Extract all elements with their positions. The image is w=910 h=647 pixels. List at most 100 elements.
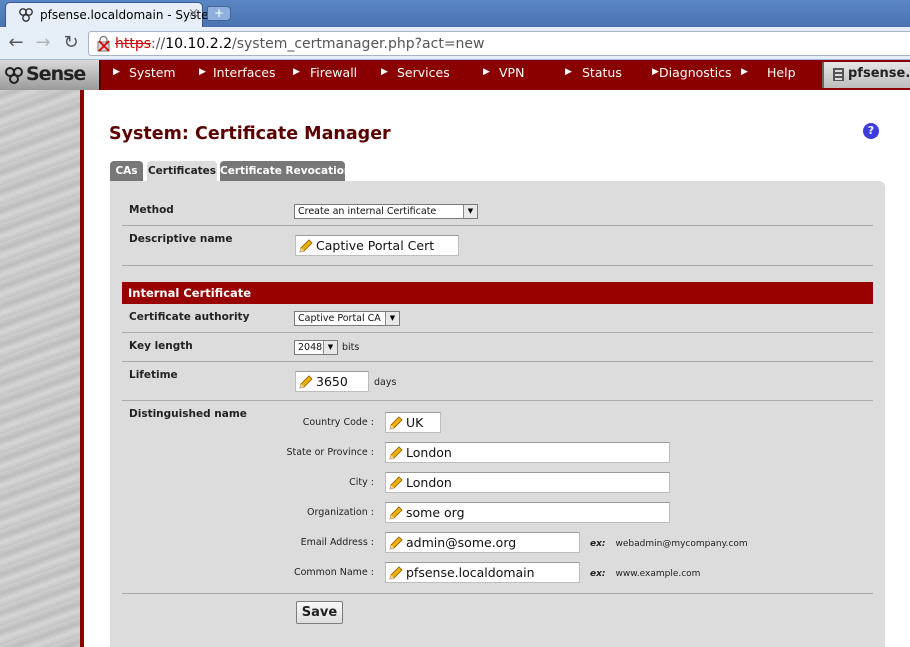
new-tab-button[interactable]: + <box>207 6 231 21</box>
organization-label: Organization : <box>307 507 374 518</box>
menu-vpn[interactable]: VPN <box>499 65 524 80</box>
browser-tab[interactable]: pfsense.localdomain - System × <box>5 2 220 27</box>
chevron-down-icon: ▼ <box>323 341 337 354</box>
method-select[interactable]: Create an internal Certificate ▼ <box>294 204 478 219</box>
left-decoration <box>0 90 84 647</box>
pencil-icon <box>389 536 403 550</box>
browser-tab-strip: pfsense.localdomain - System × + <box>0 0 910 27</box>
lifetime-input[interactable]: 3650 <box>295 371 369 392</box>
divider <box>122 593 873 594</box>
close-tab-icon[interactable]: × <box>188 6 199 21</box>
url-path: /system_certmanager.php?act=new <box>232 36 485 52</box>
menu-arrow-icon: ▶ <box>113 67 120 77</box>
menu-interfaces[interactable]: Interfaces <box>213 65 275 80</box>
lifetime-unit: days <box>374 377 397 388</box>
country-code-label: Country Code : <box>302 417 374 428</box>
email-input[interactable]: admin@some.org <box>385 532 580 553</box>
menu-arrow-icon: ▶ <box>741 67 748 77</box>
common-name-example-text: www.example.com <box>615 569 701 579</box>
menu-arrow-icon: ▶ <box>199 67 206 77</box>
menu-arrow-icon: ▶ <box>565 67 572 77</box>
divider <box>122 332 873 333</box>
tab-certificate-revocation[interactable]: Certificate Revocation <box>220 161 351 182</box>
hostname-text: pfsense.lo <box>848 66 910 81</box>
method-select-value: Create an internal Certificate <box>298 206 437 217</box>
email-value: admin@some.org <box>406 535 517 550</box>
descriptive-name-value: Captive Portal Cert <box>316 238 435 253</box>
pencil-icon <box>389 506 403 520</box>
form-panel: Method Create an internal Certificate ▼ … <box>110 181 885 647</box>
help-icon[interactable]: ? <box>863 123 879 139</box>
menu-system[interactable]: System <box>129 65 176 80</box>
menu-arrow-icon: ▶ <box>381 67 388 77</box>
common-name-input[interactable]: pfsense.localdomain <box>385 562 580 583</box>
certificate-authority-select[interactable]: Captive Portal CA ▼ <box>294 311 400 326</box>
email-example-prefix: ex: <box>590 539 606 549</box>
organization-value: some org <box>406 505 465 520</box>
browser-toolbar: ← → ↻ https://10.10.2.2/system_certmanag… <box>0 27 910 60</box>
common-name-example-prefix: ex: <box>590 569 606 579</box>
city-input[interactable]: London <box>385 472 670 493</box>
menu-help[interactable]: Help <box>767 65 796 80</box>
country-code-input[interactable]: UK <box>385 412 441 433</box>
url-separator: :// <box>151 36 166 52</box>
url-text: https://10.10.2.2/system_certmanager.php… <box>115 36 485 52</box>
lifetime-label: Lifetime <box>129 369 178 381</box>
state-input[interactable]: London <box>385 442 670 463</box>
tab-certificates[interactable]: Certificates <box>147 161 217 182</box>
pfsense-logo-icon <box>5 67 23 84</box>
main-content: System: Certificate Manager ? CAs Certif… <box>88 90 910 647</box>
city-label: City : <box>349 477 374 488</box>
email-example: ex: webadmin@mycompany.com <box>590 539 748 549</box>
pfsense-logo-text: Sense <box>26 63 86 85</box>
lifetime-value: 3650 <box>316 374 348 389</box>
pfsense-header: Sense ▶ System ▶ Interfaces ▶ Firewall ▶… <box>0 60 910 90</box>
country-code-value: UK <box>406 415 424 430</box>
descriptive-name-input[interactable]: Captive Portal Cert <box>295 235 459 256</box>
pfsense-favicon-icon <box>19 8 33 22</box>
pencil-icon <box>299 239 313 253</box>
common-name-example: ex: www.example.com <box>590 569 700 579</box>
server-icon <box>833 68 844 81</box>
reload-icon[interactable]: ↻ <box>61 33 81 53</box>
key-length-unit: bits <box>342 342 360 353</box>
organization-input[interactable]: some org <box>385 502 670 523</box>
broken-lock-icon <box>97 36 110 52</box>
back-icon[interactable]: ← <box>6 33 26 53</box>
tab-cas[interactable]: CAs <box>110 161 143 182</box>
divider <box>122 225 873 226</box>
chevron-down-icon: ▼ <box>463 205 477 218</box>
chevron-down-icon: ▼ <box>385 312 399 325</box>
menu-services[interactable]: Services <box>397 65 450 80</box>
page-title: System: Certificate Manager <box>109 124 391 144</box>
key-length-select[interactable]: 2048 ▼ <box>294 340 338 355</box>
save-button[interactable]: Save <box>296 601 343 624</box>
common-name-value: pfsense.localdomain <box>406 565 535 580</box>
divider <box>122 361 873 362</box>
address-bar[interactable]: https://10.10.2.2/system_certmanager.php… <box>88 31 910 56</box>
pencil-icon <box>389 566 403 580</box>
distinguished-name-label: Distinguished name <box>129 408 247 420</box>
menu-arrow-icon: ▶ <box>293 67 300 77</box>
hostname-box[interactable]: pfsense.lo <box>822 62 910 88</box>
pencil-icon <box>389 476 403 490</box>
pencil-icon <box>389 446 403 460</box>
email-label: Email Address : <box>300 537 374 548</box>
certificate-authority-label: Certificate authority <box>129 311 250 323</box>
menu-status[interactable]: Status <box>582 65 622 80</box>
divider <box>122 265 873 266</box>
url-scheme: https <box>115 36 152 52</box>
key-length-value: 2048 <box>298 342 323 353</box>
common-name-label: Common Name : <box>293 567 374 578</box>
descriptive-name-label: Descriptive name <box>129 233 233 245</box>
divider <box>122 400 873 401</box>
state-value: London <box>406 445 452 460</box>
method-label: Method <box>129 204 174 216</box>
menu-firewall[interactable]: Firewall <box>310 65 357 80</box>
menu-arrow-icon: ▶ <box>652 67 659 77</box>
url-host: 10.10.2.2 <box>165 36 232 52</box>
pfsense-logo[interactable]: Sense <box>0 60 101 90</box>
state-label: State or Province : <box>286 447 374 458</box>
forward-icon[interactable]: → <box>33 33 53 53</box>
menu-diagnostics[interactable]: Diagnostics <box>659 65 732 80</box>
